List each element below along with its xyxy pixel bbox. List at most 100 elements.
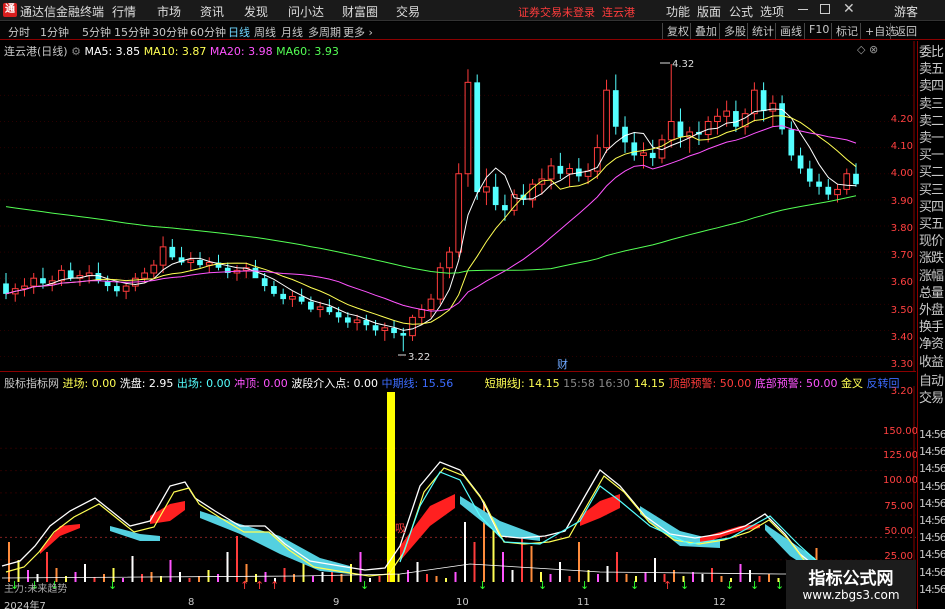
sidebar-item[interactable]: 卖一 bbox=[919, 130, 945, 147]
menu-gongshi[interactable]: 公式 bbox=[729, 3, 753, 20]
sidebar-item[interactable]: 现价 bbox=[919, 233, 945, 250]
biaoji-button[interactable]: 标记 bbox=[831, 23, 858, 39]
candle-body bbox=[557, 165, 564, 174]
menu-caifuquan[interactable]: 财富圈 bbox=[342, 3, 378, 20]
pane-divider[interactable] bbox=[0, 371, 916, 372]
y-tick: 4.00 bbox=[890, 168, 913, 179]
candle-body bbox=[316, 306, 324, 311]
diejia-button[interactable]: 叠加 bbox=[690, 23, 717, 39]
close-button[interactable]: ✕ bbox=[843, 1, 855, 17]
f10-button[interactable]: F10 bbox=[804, 23, 829, 39]
candle-body bbox=[474, 82, 481, 193]
ma10-line bbox=[5, 115, 857, 325]
period-weekly[interactable]: 周线 bbox=[254, 24, 276, 40]
tongji-button[interactable]: 统计 bbox=[747, 23, 774, 39]
candle-body bbox=[187, 259, 195, 264]
sidebar-item[interactable]: 买一 bbox=[919, 147, 945, 164]
indicator-bar bbox=[122, 578, 124, 582]
period-5min[interactable]: 5分钟 bbox=[82, 24, 111, 40]
candle-body bbox=[566, 168, 573, 175]
indicator-bar bbox=[321, 572, 324, 582]
period-15min[interactable]: 15分钟 bbox=[114, 24, 150, 40]
indicator-chart[interactable]: ↓ ↓ ↓ ↓ ↑ ↑ ↑ ↓ ↓ ↓ ↓ ↓ ↑ ↓ ↓ ↓ ↓ 吸 主力:未来趋势 bbox=[0, 386, 916, 596]
period-monthly[interactable]: 月线 bbox=[281, 24, 303, 40]
indicator-bar bbox=[236, 536, 238, 582]
indicator-bar bbox=[369, 578, 371, 582]
indicator-bar bbox=[103, 574, 105, 582]
menu-hangqing[interactable]: 行情 bbox=[112, 3, 136, 20]
candle-body bbox=[353, 319, 361, 324]
sidebar-item[interactable]: 买二 bbox=[919, 164, 945, 181]
sidebar-item[interactable]: 涨幅 bbox=[919, 268, 945, 285]
sidebar-item[interactable]: 14:56 bbox=[919, 443, 945, 460]
menu-wenxiaoda[interactable]: 问小达 bbox=[288, 3, 324, 20]
indicator-bar bbox=[616, 552, 618, 582]
sidebar-item[interactable]: 14:56 bbox=[919, 512, 945, 529]
menu-shichang[interactable]: 市场 bbox=[157, 3, 181, 20]
sidebar-item[interactable]: 收益 bbox=[919, 354, 945, 371]
cyan-ribbon bbox=[110, 526, 160, 541]
sidebar-item[interactable]: 买四 bbox=[919, 199, 945, 216]
sell-arrow-icon: ↓ bbox=[775, 579, 784, 592]
sidebar-item[interactable]: 卖三 bbox=[919, 96, 945, 113]
period-fenshi[interactable]: 分时 bbox=[8, 24, 30, 40]
maximize-button[interactable] bbox=[820, 4, 830, 14]
sidebar-item[interactable]: 14:56 bbox=[919, 495, 945, 512]
candle-body bbox=[483, 186, 490, 193]
indicator-bar bbox=[407, 570, 409, 582]
sub-y-tick: 75.00 bbox=[884, 501, 913, 512]
menu-gongneng[interactable]: 功能 bbox=[666, 3, 690, 20]
period-1min[interactable]: 1分钟 bbox=[40, 24, 69, 40]
indicator-bar bbox=[264, 572, 267, 582]
indicator-bar bbox=[502, 552, 504, 582]
login-status: 证券交易未登录 连云港 bbox=[518, 6, 635, 19]
period-daily[interactable]: 日线 bbox=[228, 24, 250, 40]
period-multi[interactable]: 多周期 bbox=[308, 24, 341, 40]
sidebar-item[interactable]: 14:56 bbox=[919, 426, 945, 443]
sidebar-item[interactable]: 自动 bbox=[919, 373, 945, 390]
event-marker[interactable]: 财 bbox=[557, 357, 568, 371]
candle-body bbox=[825, 186, 832, 195]
sidebar-item[interactable]: 交易 bbox=[919, 390, 945, 407]
huaxian-button[interactable]: 画线 bbox=[775, 23, 802, 39]
sidebar-item[interactable]: 14:56 bbox=[919, 581, 945, 598]
sell-arrow-icon: ↓ bbox=[680, 579, 689, 592]
fuquan-button[interactable]: 复权 bbox=[662, 23, 689, 39]
candle-body bbox=[816, 181, 822, 187]
period-more[interactable]: 更多 › bbox=[343, 24, 373, 40]
sidebar-item[interactable]: 14:56 bbox=[919, 478, 945, 495]
candle-body bbox=[538, 178, 546, 185]
y-tick: 4.10 bbox=[890, 141, 913, 152]
back-button[interactable]: 返回 bbox=[890, 23, 917, 39]
menu-zixun[interactable]: 资讯 bbox=[200, 3, 224, 20]
menu-banmian[interactable]: 版面 bbox=[697, 3, 721, 20]
guest-label[interactable]: 游客 bbox=[894, 3, 918, 20]
candlestick-chart[interactable]: 4.32 3.22 财 bbox=[0, 41, 916, 371]
sidebar-item[interactable]: 买三 bbox=[919, 182, 945, 199]
sidebar-item[interactable]: 14:56 bbox=[919, 564, 945, 581]
minimize-button[interactable] bbox=[798, 9, 808, 10]
menu-jiaoyi[interactable]: 交易 bbox=[396, 3, 420, 20]
sidebar-item[interactable]: 卖二 bbox=[919, 113, 945, 130]
sidebar-item[interactable]: 外盘 bbox=[919, 302, 945, 319]
sidebar-item[interactable]: 14:56 bbox=[919, 529, 945, 546]
period-60min[interactable]: 60分钟 bbox=[190, 24, 226, 40]
sidebar-item[interactable]: 净资 bbox=[919, 336, 945, 353]
sidebar-item[interactable]: 委比 bbox=[919, 44, 945, 61]
indicator-bar bbox=[141, 574, 143, 582]
sidebar-item[interactable]: 卖五 bbox=[919, 61, 945, 78]
sidebar-item[interactable]: 买五 bbox=[919, 216, 945, 233]
sidebar-item[interactable]: 总量 bbox=[919, 285, 945, 302]
candle-body bbox=[3, 283, 9, 294]
duogu-button[interactable]: 多股 bbox=[719, 23, 746, 39]
menu-faxian[interactable]: 发现 bbox=[244, 3, 268, 20]
sidebar-item[interactable]: 换手 bbox=[919, 319, 945, 336]
app-title: 通达信金融终端 bbox=[20, 5, 105, 19]
sidebar-item[interactable]: 14:56 bbox=[919, 546, 945, 563]
candle-body bbox=[372, 325, 379, 331]
sidebar-item[interactable]: 卖四 bbox=[919, 78, 945, 95]
sidebar-item[interactable]: 14:56 bbox=[919, 460, 945, 477]
sidebar-item[interactable]: 涨跌 bbox=[919, 250, 945, 267]
period-30min[interactable]: 30分钟 bbox=[152, 24, 188, 40]
menu-xuanxiang[interactable]: 选项 bbox=[760, 3, 784, 20]
